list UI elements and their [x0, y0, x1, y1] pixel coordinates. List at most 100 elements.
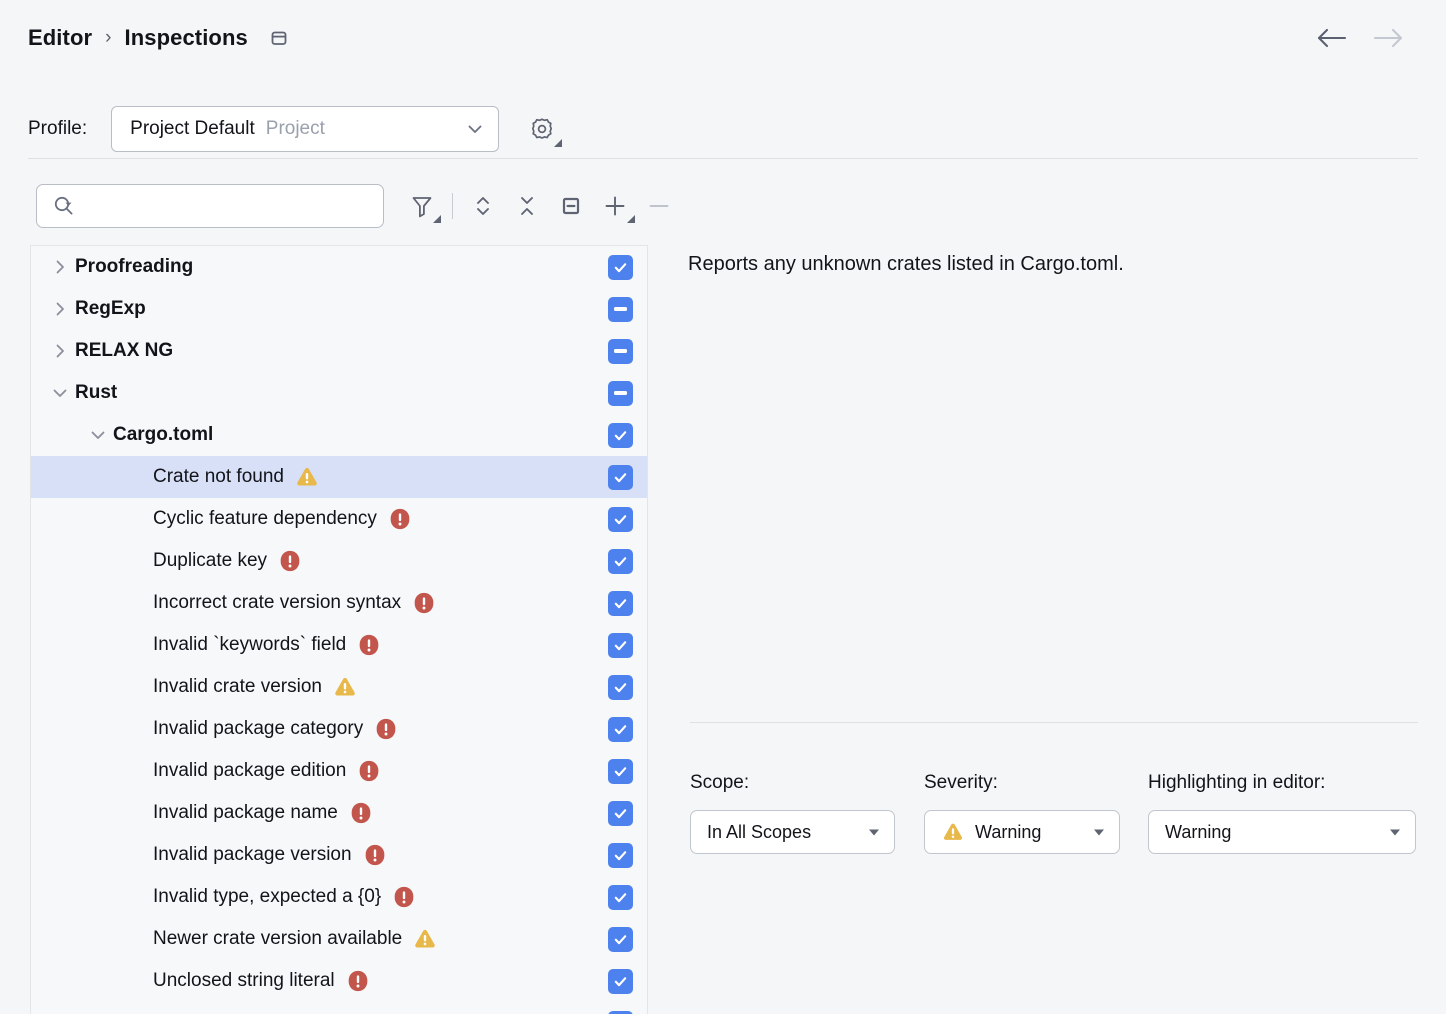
- tree-item-label: Proofreading: [75, 256, 193, 278]
- checkbox-checked[interactable]: [608, 423, 633, 448]
- window-panel-icon[interactable]: [267, 26, 291, 50]
- tree-item-row[interactable]: Invalid `keywords` field: [31, 624, 647, 666]
- collapse-all-button[interactable]: [505, 186, 549, 226]
- tree-item-checkbox[interactable]: [608, 381, 633, 406]
- profile-select[interactable]: Project Default Project: [111, 106, 499, 152]
- error-icon: [362, 842, 388, 868]
- tree-item-checkbox[interactable]: [608, 423, 633, 448]
- tree-item-row[interactable]: Invalid package name: [31, 792, 647, 834]
- checkbox-checked[interactable]: [608, 717, 633, 742]
- scope-option: Scope: In All Scopes: [690, 772, 895, 854]
- expand-all-button[interactable]: [461, 186, 505, 226]
- chevron-right-icon: [51, 258, 69, 276]
- tree-item-checkbox[interactable]: [608, 297, 633, 322]
- checkbox-indeterminate[interactable]: [608, 339, 633, 364]
- dropdown-triangle-icon: [432, 214, 441, 223]
- tree-toggle[interactable]: [45, 258, 75, 276]
- chevron-down-icon: [464, 118, 486, 140]
- tree-item-row[interactable]: Invalid crate version: [31, 666, 647, 708]
- tree-item-row[interactable]: Unclosed string literal: [31, 960, 647, 1002]
- tree-item-row[interactable]: Incorrect crate version syntax: [31, 582, 647, 624]
- tree-item-checkbox[interactable]: [608, 969, 633, 994]
- tree-item-row[interactable]: Duplicate key: [31, 540, 647, 582]
- checkbox-checked[interactable]: [608, 633, 633, 658]
- tree-item-checkbox[interactable]: [608, 801, 633, 826]
- severity-select[interactable]: Warning: [924, 810, 1120, 854]
- add-button[interactable]: [593, 186, 637, 226]
- back-button[interactable]: [1314, 22, 1350, 54]
- tree-item-label: Newer crate version available: [153, 928, 402, 950]
- checkbox-checked[interactable]: [608, 801, 633, 826]
- error-icon: [387, 506, 413, 532]
- tree-toggle[interactable]: [83, 426, 113, 444]
- tree-item-label: Incorrect crate version syntax: [153, 592, 401, 614]
- tree-item-checkbox[interactable]: [608, 759, 633, 784]
- tree-item-checkbox[interactable]: [608, 255, 633, 280]
- breadcrumb-item-inspections[interactable]: Inspections: [124, 25, 247, 51]
- checkbox-checked[interactable]: [608, 591, 633, 616]
- checkbox-checked[interactable]: [608, 675, 633, 700]
- search-input[interactable]: [83, 195, 363, 217]
- tree-group-row[interactable]: RegExp: [31, 288, 647, 330]
- tree-toggle[interactable]: [45, 384, 75, 402]
- search-field[interactable]: [36, 184, 384, 228]
- tree-item-row[interactable]: Invalid package edition: [31, 750, 647, 792]
- inspections-tree[interactable]: Proofreading RegExp RELAX NGRust Cargo.toml…: [30, 245, 648, 1014]
- tree-group-row[interactable]: Proofreading: [31, 246, 647, 288]
- highlighting-option: Highlighting in editor: Warning: [1148, 772, 1416, 854]
- breadcrumb-item-editor[interactable]: Editor: [28, 25, 92, 51]
- checkbox-checked[interactable]: [608, 843, 633, 868]
- checkbox-checked[interactable]: [608, 1011, 633, 1014]
- checkbox-checked[interactable]: [608, 927, 633, 952]
- highlighting-select[interactable]: Warning: [1148, 810, 1416, 854]
- severity-label: Severity:: [924, 772, 1120, 794]
- tree-item-row-partial[interactable]: [31, 1002, 647, 1014]
- tree-item-checkbox[interactable]: [608, 507, 633, 532]
- tree-group-row[interactable]: Cargo.toml: [31, 414, 647, 456]
- tree-toggle[interactable]: [45, 300, 75, 318]
- collapse-all-icon: [512, 191, 542, 221]
- tree-item-checkbox[interactable]: [608, 633, 633, 658]
- tree-item-checkbox[interactable]: [608, 843, 633, 868]
- filter-button[interactable]: [400, 186, 444, 226]
- warning-icon: [294, 464, 320, 490]
- tree-item-checkbox[interactable]: [608, 591, 633, 616]
- reset-button[interactable]: [549, 186, 593, 226]
- checkbox-checked[interactable]: [608, 549, 633, 574]
- severity-error-icon: [345, 968, 371, 994]
- scope-select[interactable]: In All Scopes: [690, 810, 895, 854]
- tree-item-row[interactable]: Invalid type, expected a {0}: [31, 876, 647, 918]
- profile-scope-suffix: Project: [266, 118, 325, 140]
- tree-item-checkbox[interactable]: [608, 885, 633, 910]
- severity-error-icon: [362, 842, 388, 868]
- checkbox-checked[interactable]: [608, 507, 633, 532]
- tree-item-checkbox[interactable]: [608, 927, 633, 952]
- tree-item-checkbox[interactable]: [608, 675, 633, 700]
- tree-item-label: RegExp: [75, 298, 146, 320]
- inspection-description: Reports any unknown crates listed in Car…: [688, 250, 1124, 278]
- tree-item-row[interactable]: Crate not found: [31, 456, 647, 498]
- tree-item-row[interactable]: Cyclic feature dependency: [31, 498, 647, 540]
- checkbox-checked[interactable]: [608, 969, 633, 994]
- checkbox-indeterminate[interactable]: [608, 381, 633, 406]
- tree-toggle[interactable]: [45, 342, 75, 360]
- tree-item-checkbox[interactable]: [608, 1011, 633, 1014]
- checkbox-checked[interactable]: [608, 255, 633, 280]
- severity-error-icon: [391, 884, 417, 910]
- tree-item-row[interactable]: Invalid package version: [31, 834, 647, 876]
- tree-item-row[interactable]: Newer crate version available: [31, 918, 647, 960]
- checkbox-indeterminate[interactable]: [608, 297, 633, 322]
- checkbox-checked[interactable]: [608, 759, 633, 784]
- checkbox-checked[interactable]: [608, 885, 633, 910]
- tree-item-checkbox[interactable]: [608, 717, 633, 742]
- tree-item-checkbox[interactable]: [608, 465, 633, 490]
- tree-group-row[interactable]: Rust: [31, 372, 647, 414]
- profile-settings-button[interactable]: [525, 112, 559, 146]
- tree-group-row[interactable]: RELAX NG: [31, 330, 647, 372]
- tree-item-checkbox[interactable]: [608, 549, 633, 574]
- tree-item-label: Cargo.toml: [113, 424, 213, 446]
- tree-item-label: Invalid type, expected a {0}: [153, 886, 381, 908]
- checkbox-checked[interactable]: [608, 465, 633, 490]
- tree-item-row[interactable]: Invalid package category: [31, 708, 647, 750]
- tree-item-checkbox[interactable]: [608, 339, 633, 364]
